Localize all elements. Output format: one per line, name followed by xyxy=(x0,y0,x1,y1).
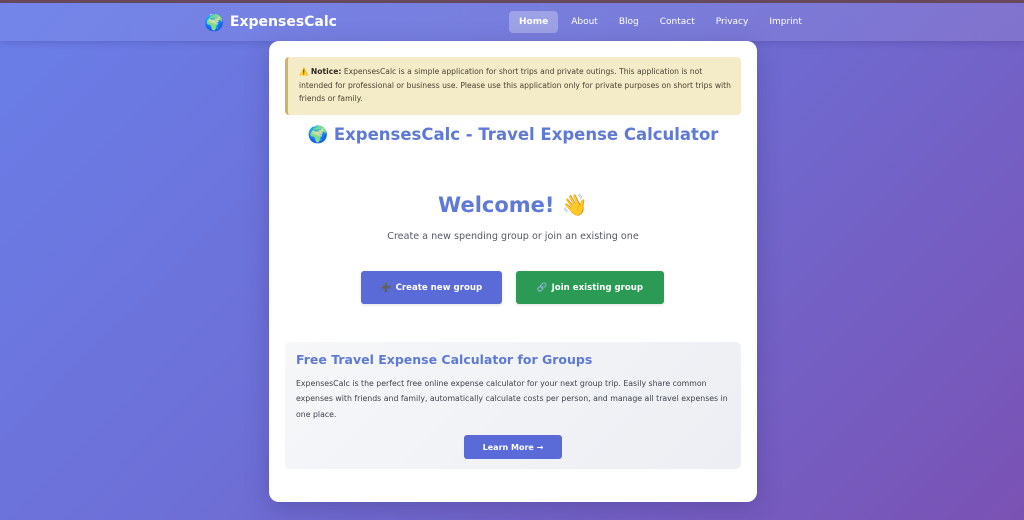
nav-imprint[interactable]: Imprint xyxy=(760,11,811,33)
brand-name: ExpensesCalc xyxy=(229,14,337,30)
nav-privacy[interactable]: Privacy xyxy=(707,11,758,33)
nav-home[interactable]: Home xyxy=(509,11,559,33)
info-heading: Free Travel Expense Calculator for Group… xyxy=(296,352,593,367)
notice-text: ExpensesCalc is a simple application for… xyxy=(299,67,731,104)
create-group-button[interactable]: ➕ Create new group xyxy=(361,271,502,304)
nav-blog[interactable]: Blog xyxy=(610,11,648,33)
page-title: 🌍 ExpensesCalc - Travel Expense Calculat… xyxy=(307,125,719,144)
info-text: ExpensesCalc is the perfect free online … xyxy=(296,379,728,419)
brand-logo[interactable]: 🌍 ExpensesCalc xyxy=(204,12,337,32)
notice-label: Notice: xyxy=(310,67,342,76)
navbar: 🌍 ExpensesCalc Home About Blog Contact P… xyxy=(0,3,1024,41)
globe-icon: 🌍 xyxy=(204,12,224,32)
info-section: Free Travel Expense Calculator for Group… xyxy=(285,342,741,469)
create-group-label: Create new group xyxy=(395,282,483,293)
welcome-subtitle: Create a new spending group or join an e… xyxy=(387,231,639,242)
nav-contact[interactable]: Contact xyxy=(651,11,704,33)
main-nav: Home About Blog Contact Privacy Imprint xyxy=(509,11,814,33)
main-card: ⚠️ Notice: ExpensesCalc is a simple appl… xyxy=(269,41,757,502)
nav-about[interactable]: About xyxy=(562,11,607,33)
join-group-button[interactable]: 🔗 Join existing group xyxy=(516,271,664,304)
notice-banner: ⚠️ Notice: ExpensesCalc is a simple appl… xyxy=(285,57,741,115)
welcome-heading: Welcome! 👋 xyxy=(438,193,588,217)
plus-icon: ➕ xyxy=(380,282,392,293)
learn-more-button[interactable]: Learn More → xyxy=(464,435,562,459)
warning-icon: ⚠️ xyxy=(299,67,309,76)
join-group-label: Join existing group xyxy=(551,282,644,293)
link-icon: 🔗 xyxy=(536,282,548,293)
